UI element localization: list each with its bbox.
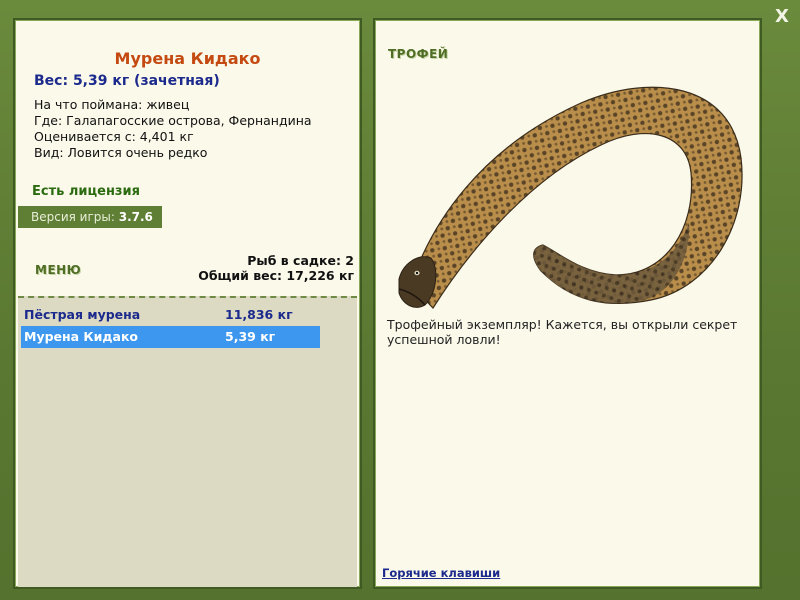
- game-version: Версия игры: 3.7.6: [18, 206, 162, 228]
- rarity-info: Вид: Ловится очень редко: [34, 145, 208, 160]
- keepnet-stats: Рыб в садке: 2 Общий вес: 17,226 кг: [198, 253, 354, 283]
- fish-weight: Вес: 5,39 кг (зачетная): [34, 73, 220, 89]
- list-item-weight: 11,836 кг: [225, 307, 293, 322]
- hotkeys-link[interactable]: Горячие клавиши: [382, 566, 500, 580]
- location-info: Где: Галапагосские острова, Фернандина: [34, 113, 312, 128]
- license-status: Есть лицензия: [32, 184, 140, 199]
- list-item-selected[interactable]: Мурена Кидако 5,39 кг: [21, 326, 320, 348]
- menu-button[interactable]: МЕНЮ: [35, 263, 81, 277]
- min-weight-info: Оценивается с: 4,401 кг: [34, 129, 194, 144]
- fish-title: Мурена Кидако: [114, 49, 261, 68]
- list-item-name: Пёстрая мурена: [24, 307, 141, 322]
- game-version-label: Версия игры:: [31, 210, 119, 224]
- bait-info: На что поймана: живец: [34, 97, 190, 112]
- trophy-description: Трофейный экземпляр! Кажется, вы открыли…: [387, 317, 738, 347]
- moray-eel-image: [398, 86, 743, 309]
- total-weight: Общий вес: 17,226 кг: [198, 268, 354, 283]
- list-item[interactable]: Пёстрая мурена 11,836 кг: [21, 304, 320, 326]
- game-version-value: 3.7.6: [118, 210, 153, 224]
- catch-list: Пёстрая мурена 11,836 кг Мурена Кидако 5…: [18, 296, 357, 587]
- fish-count: Рыб в садке: 2: [247, 253, 354, 268]
- trophy-panel: ТРОФЕЙ Трофейный экземпляр! Кажется, вы …: [373, 18, 762, 589]
- list-item-name: Мурена Кидако: [24, 329, 139, 344]
- close-button[interactable]: X: [770, 6, 794, 28]
- list-item-weight: 5,39 кг: [225, 329, 276, 344]
- fish-info-panel: Мурена Кидако Вес: 5,39 кг (зачетная) На…: [13, 18, 362, 589]
